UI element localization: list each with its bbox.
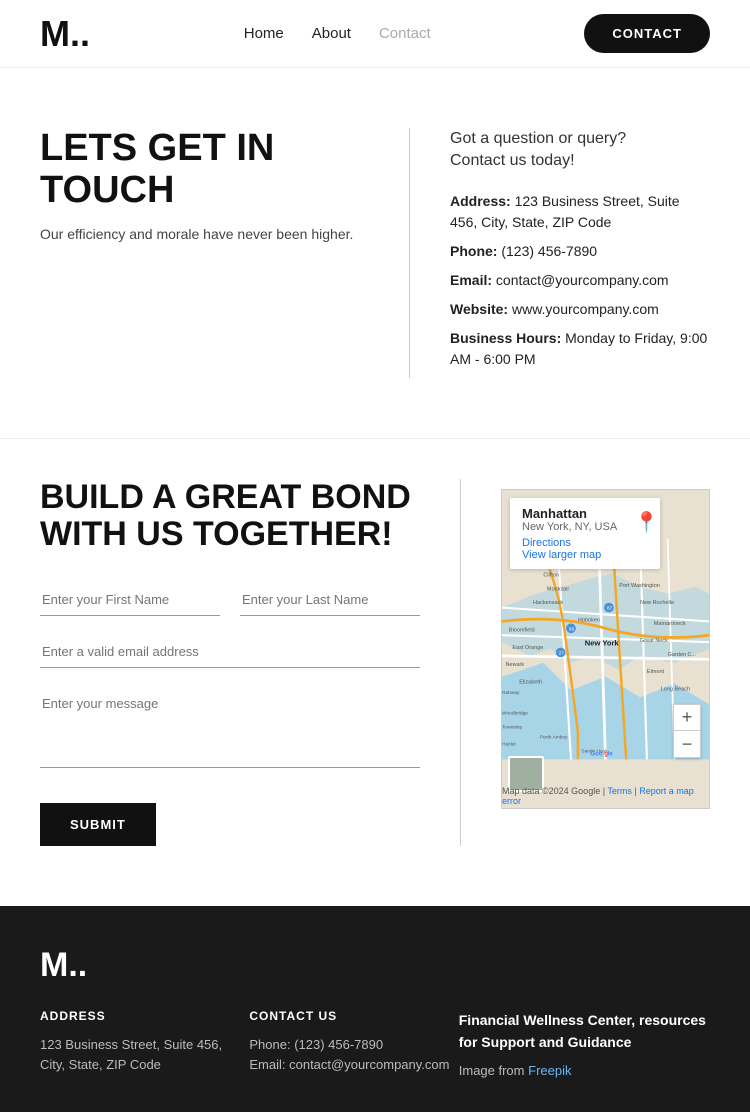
touch-subheading: Our efficiency and morale have never bee… — [40, 226, 369, 242]
message-field-wrap — [40, 688, 420, 773]
svg-text:New Rochelle: New Rochelle — [640, 600, 674, 606]
svg-text:Long Beach: Long Beach — [661, 686, 690, 692]
footer-image-from: Image from Freepik — [459, 1061, 710, 1082]
contact-button[interactable]: CONTACT — [584, 14, 710, 53]
website-line: Website: www.yourcompany.com — [450, 299, 710, 320]
nav-contact[interactable]: Contact — [379, 25, 431, 42]
map-container: Hackensack Bloomfield East Orange Newark… — [501, 489, 710, 809]
svg-text:Hazlet: Hazlet — [502, 741, 516, 747]
svg-text:Perth Amboy: Perth Amboy — [540, 734, 568, 740]
svg-text:Bloomfield: Bloomfield — [509, 628, 535, 634]
svg-text:Hackensack: Hackensack — [533, 600, 563, 606]
svg-text:East Orange: East Orange — [512, 645, 543, 651]
map-zoom-in[interactable]: + — [674, 705, 700, 731]
footer-email-value: Email: contact@yourcompany.com — [249, 1055, 458, 1076]
svg-text:Township: Township — [502, 724, 522, 730]
svg-text:Mamaroneck: Mamaroneck — [654, 621, 686, 627]
footer-wellness-heading: Financial Wellness Center, resources for… — [459, 1009, 710, 1054]
svg-text:27: 27 — [559, 650, 565, 656]
freepik-link[interactable]: Freepik — [528, 1063, 571, 1078]
phone-line: Phone: (123) 456-7890 — [450, 241, 710, 262]
svg-text:Rahway: Rahway — [502, 690, 520, 696]
bond-left: BUILD A GREAT BOND WITH US TOGETHER! SUB… — [40, 479, 461, 846]
map-place-location: New York, NY, USA — [522, 521, 648, 533]
map-larger-link[interactable]: View larger map — [522, 549, 648, 561]
bond-right: Hackensack Bloomfield East Orange Newark… — [461, 479, 710, 846]
bond-heading: BUILD A GREAT BOND WITH US TOGETHER! — [40, 479, 420, 554]
footer-contact-heading: CONTACT US — [249, 1009, 458, 1023]
map-directions-link[interactable]: Directions — [522, 537, 648, 549]
footer-wellness-col: Financial Wellness Center, resources for… — [459, 1009, 710, 1083]
email-input[interactable] — [40, 636, 420, 668]
svg-text:Hoboken: Hoboken — [578, 617, 600, 623]
svg-text:Garden C...: Garden C... — [668, 652, 697, 658]
map-terms-link[interactable]: Terms — [607, 786, 632, 796]
hours-line: Business Hours: Monday to Friday, 9:00 A… — [450, 328, 710, 370]
contact-info: Address: 123 Business Street, Suite 456,… — [450, 191, 710, 370]
svg-text:Woodbridge: Woodbridge — [502, 710, 528, 716]
email-field-wrap — [40, 636, 420, 668]
last-name-input[interactable] — [240, 584, 420, 616]
logo: M. — [40, 16, 90, 52]
map-zoom-controls: + − — [673, 704, 701, 758]
svg-text:87: 87 — [607, 605, 613, 611]
header: M. Home About Contact CONTACT — [0, 0, 750, 68]
map-place-name: Manhattan — [522, 506, 648, 521]
touch-tagline: Got a question or query? Contact us toda… — [450, 128, 710, 173]
footer: M. ADDRESS 123 Business Street, Suite 45… — [0, 906, 750, 1112]
touch-left: LETS GET IN TOUCH Our efficiency and mor… — [40, 128, 410, 378]
footer-address-col: ADDRESS 123 Business Street, Suite 456, … — [40, 1009, 249, 1083]
get-in-touch-section: LETS GET IN TOUCH Our efficiency and mor… — [0, 68, 750, 438]
svg-text:Newark: Newark — [505, 662, 524, 668]
svg-text:le: le — [608, 750, 614, 757]
bond-section: BUILD A GREAT BOND WITH US TOGETHER! SUB… — [0, 438, 750, 906]
footer-contact-col: CONTACT US Phone: (123) 456-7890 Email: … — [249, 1009, 458, 1083]
map-pin-icon: 📍 — [634, 510, 659, 535]
footer-address-value: 123 Business Street, Suite 456, City, St… — [40, 1035, 249, 1077]
svg-text:Goo: Goo — [590, 750, 603, 757]
message-input[interactable] — [40, 688, 420, 768]
svg-text:95: 95 — [569, 626, 575, 632]
svg-text:Montclair: Montclair — [547, 586, 570, 592]
map-attribution: Map data ©2024 Google | Terms | Report a… — [502, 786, 705, 806]
touch-right: Got a question or query? Contact us toda… — [410, 128, 710, 378]
map-zoom-out[interactable]: − — [674, 731, 700, 757]
submit-button[interactable]: SUBMIT — [40, 803, 156, 846]
footer-address-heading: ADDRESS — [40, 1009, 249, 1023]
svg-text:Elizabeth: Elizabeth — [519, 679, 542, 685]
svg-text:Elmont: Elmont — [647, 669, 665, 675]
svg-text:Clifton: Clifton — [543, 572, 559, 578]
touch-heading: LETS GET IN TOUCH — [40, 128, 369, 212]
first-name-input[interactable] — [40, 584, 220, 616]
footer-columns: ADDRESS 123 Business Street, Suite 456, … — [40, 1009, 710, 1083]
footer-logo: M. — [40, 946, 87, 985]
nav-home[interactable]: Home — [244, 25, 284, 42]
svg-text:Port Washington: Port Washington — [619, 583, 660, 589]
footer-phone-value: Phone: (123) 456-7890 — [249, 1035, 458, 1056]
email-line: Email: contact@yourcompany.com — [450, 270, 710, 291]
nav: Home About Contact — [244, 25, 431, 42]
address-line: Address: 123 Business Street, Suite 456,… — [450, 191, 710, 233]
svg-text:New York: New York — [585, 638, 620, 647]
nav-about[interactable]: About — [312, 25, 351, 42]
svg-text:Great Neck: Great Neck — [640, 638, 668, 644]
name-row — [40, 584, 420, 616]
